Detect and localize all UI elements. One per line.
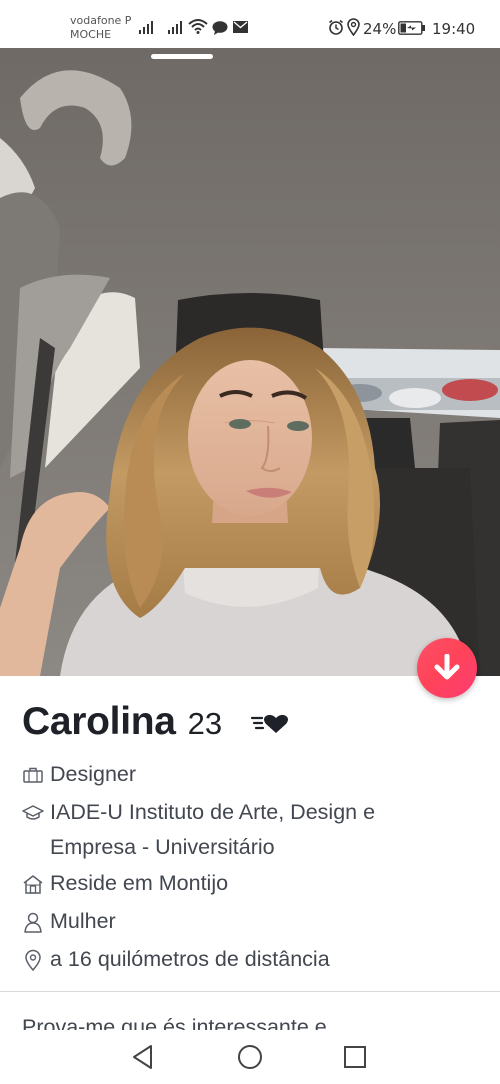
job-row: Designer xyxy=(22,762,450,792)
mail-icon xyxy=(233,21,248,33)
carrier-name: vodafone P MOCHE xyxy=(70,14,132,41)
heart-speed-icon xyxy=(250,714,288,733)
residence: Reside em Montijo xyxy=(50,871,229,895)
system-navigation-bar xyxy=(0,1030,500,1084)
back-icon[interactable] xyxy=(131,1044,155,1070)
clock: 19:40 xyxy=(432,20,476,38)
battery-charging-icon xyxy=(398,21,425,35)
signal-icon xyxy=(168,20,184,34)
arrow-down-icon xyxy=(434,654,460,680)
distance: a 16 quilómetros de distância xyxy=(50,947,330,971)
bio-text: Prova-me que és interessante e xyxy=(22,1015,327,1030)
distance-row: a 16 quilómetros de distância xyxy=(22,947,450,977)
gender: Mulher xyxy=(50,909,116,933)
alarm-icon xyxy=(329,19,343,35)
signal-icon xyxy=(139,20,155,34)
home-icon[interactable] xyxy=(237,1044,263,1070)
profile-photo[interactable] xyxy=(0,48,500,676)
location-pin-icon xyxy=(25,949,41,971)
profile-photo-image xyxy=(0,48,500,676)
school-row: IADE-U Instituto de Arte, Design e Empre… xyxy=(22,800,450,865)
profile-name-row: Carolina 23 xyxy=(22,700,222,746)
recent-apps-icon[interactable] xyxy=(343,1045,367,1069)
school-name: IADE-U Instituto de Arte, Design e Empre… xyxy=(50,800,376,859)
location-icon xyxy=(347,18,360,36)
job-title: Designer xyxy=(50,762,137,786)
section-divider xyxy=(0,991,500,992)
bio-section: Prova-me que és interessante e xyxy=(0,1012,500,1030)
gender-row: Mulher xyxy=(22,909,450,939)
profile-age: 23 xyxy=(187,706,223,741)
briefcase-icon xyxy=(23,767,43,783)
home-icon xyxy=(23,875,43,894)
graduation-cap-icon xyxy=(22,805,44,820)
wifi-icon xyxy=(188,19,208,34)
profile-name: Carolina xyxy=(22,700,176,743)
battery-percentage: 24% xyxy=(363,20,397,38)
person-icon xyxy=(24,912,42,933)
collapse-profile-button[interactable] xyxy=(417,638,477,698)
photo-pager-indicator xyxy=(151,54,213,59)
message-icon xyxy=(212,21,228,35)
status-bar: vodafone P MOCHE 24% 19:40 xyxy=(0,0,500,48)
residence-row: Reside em Montijo xyxy=(22,871,450,901)
